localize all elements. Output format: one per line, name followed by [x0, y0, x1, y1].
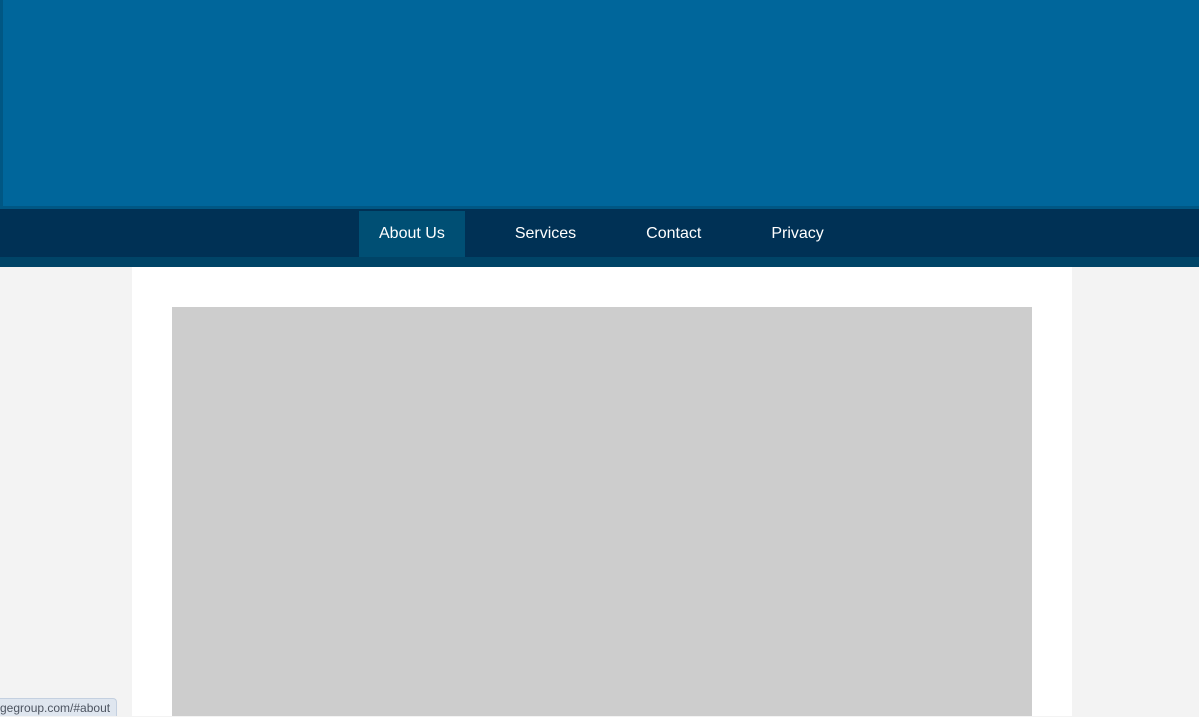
nav-item-privacy[interactable]: Privacy: [751, 211, 843, 257]
nav-item-contact[interactable]: Contact: [626, 211, 721, 257]
nav-item-services[interactable]: Services: [495, 211, 596, 257]
content-card: [132, 267, 1072, 716]
link-status-bar: gegroup.com/#about: [0, 698, 118, 716]
nav-list: About Us Services Contact Privacy: [359, 211, 844, 257]
nav-bottom-strip: [0, 257, 1199, 267]
main-navigation: About Us Services Contact Privacy: [0, 209, 1199, 257]
nav-item-about-us[interactable]: About Us: [359, 211, 465, 257]
header-banner: [0, 0, 1199, 209]
content-image-placeholder: [172, 307, 1032, 716]
